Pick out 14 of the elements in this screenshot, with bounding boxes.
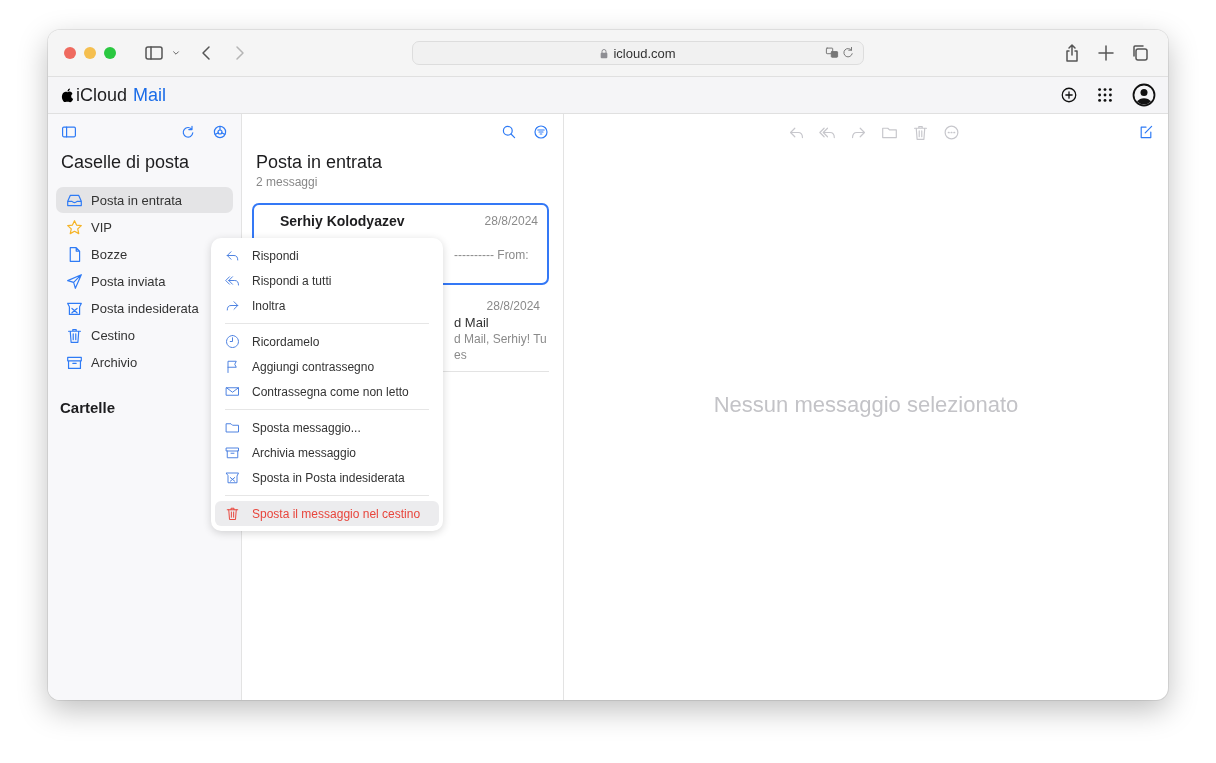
message-count: 2 messaggi bbox=[256, 175, 319, 189]
message-preview: d Mail bbox=[454, 315, 489, 331]
message-date: 28/8/2024 bbox=[486, 299, 540, 313]
message-preview: d Mail, Serhiy! Tu bbox=[454, 331, 547, 347]
empty-state-text: Nessun messaggio selezionato bbox=[713, 392, 1019, 419]
message-date: 28/8/2024 bbox=[484, 214, 538, 228]
sidebar-title: Caselle di posta bbox=[61, 152, 191, 173]
product-name: Mail bbox=[133, 84, 167, 106]
folders-heading: Cartelle bbox=[60, 399, 117, 416]
sender-name: Serhiy Kolodyazev bbox=[280, 213, 405, 229]
brand-name: iCloud bbox=[76, 84, 128, 106]
message-preview: es bbox=[454, 347, 467, 363]
list-title: Posta in entrata bbox=[256, 152, 384, 173]
message-preview: ---------- From: bbox=[454, 247, 529, 263]
